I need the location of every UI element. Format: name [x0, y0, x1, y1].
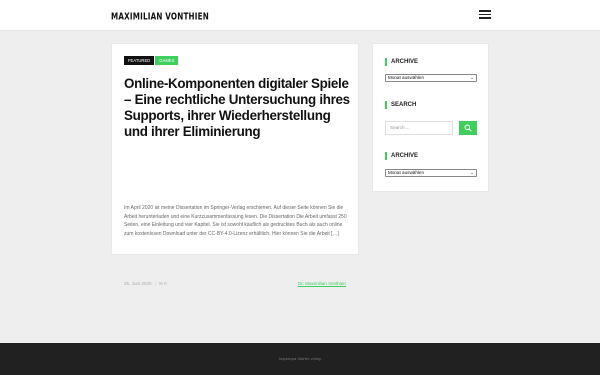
post-excerpt: Im April 2020 ist meine Dissertation im …	[124, 205, 347, 237]
hamburger-menu-icon[interactable]	[479, 10, 491, 20]
post-tags: FEATURED GAMES	[124, 56, 179, 74]
post-meta: 25. Juni 2020 | ✉ 0	[124, 281, 167, 287]
footer-text: Inoplanpa Starter vorlup	[278, 356, 322, 361]
archive-widget-title: ARCHIVE	[385, 58, 418, 66]
sidebar: ARCHIVE Monat auswählen ⌄ SEARCH Search …	[372, 43, 489, 192]
search-icon	[464, 124, 472, 132]
comment-count[interactable]: 0	[164, 281, 167, 286]
tag-featured[interactable]: FEATURED	[124, 56, 155, 65]
meta-divider: |	[154, 281, 156, 286]
tag-games[interactable]: GAMES	[155, 56, 179, 65]
post-date: 25. Juni 2020	[124, 281, 152, 286]
search-placeholder: Search ...	[390, 125, 410, 130]
footer: Inoplanpa Starter vorlup	[0, 343, 600, 375]
post-title[interactable]: Online-Komponenten digitaler Spiele – Ei…	[124, 76, 356, 140]
archive-select-value-2: Monat auswählen	[388, 170, 425, 175]
post-author-link[interactable]: Dr. Maximilian Vonthien	[298, 281, 346, 286]
top-navigation-bar: Maximilian Vonthien	[0, 0, 600, 31]
archive-select-2[interactable]: Monat auswählen ⌄	[385, 169, 477, 177]
post-card: FEATURED GAMES Online-Komponenten digital…	[111, 43, 359, 286]
site-logo[interactable]: Maximilian Vonthien	[111, 10, 209, 22]
search-input[interactable]: Search ...	[385, 121, 453, 135]
search-widget-title: SEARCH	[385, 101, 416, 109]
archive-select[interactable]: Monat auswählen ⌄	[385, 74, 477, 82]
archive-widget-title-2: ARCHIVE	[385, 152, 418, 160]
archive-select-value: Monat auswählen	[388, 75, 425, 80]
chevron-down-icon: ⌄	[470, 75, 474, 80]
comment-icon: ✉	[158, 281, 163, 286]
chevron-down-icon: ⌄	[470, 170, 474, 175]
search-button[interactable]	[459, 121, 477, 135]
